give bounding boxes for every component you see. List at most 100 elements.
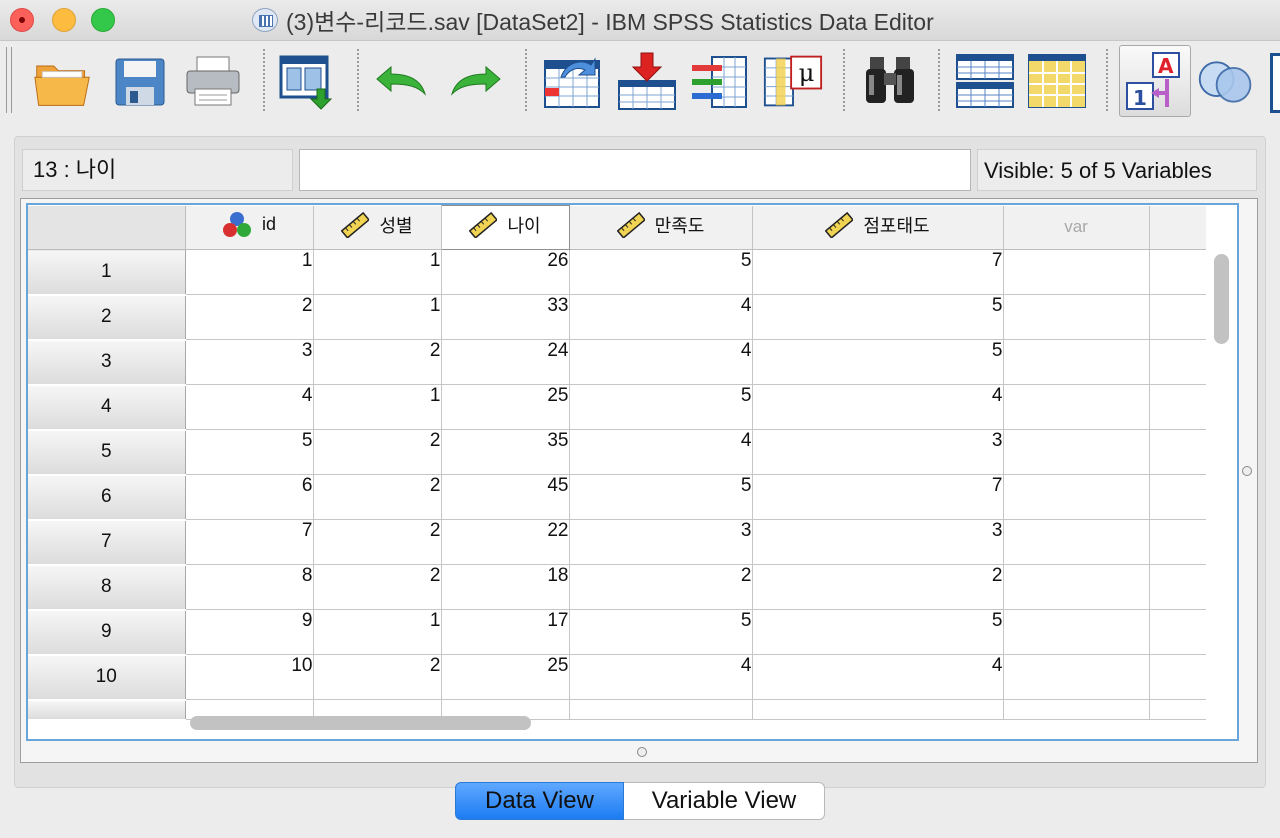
data-cell[interactable]: 1 — [185, 249, 314, 295]
minimize-window-button[interactable] — [52, 8, 76, 32]
data-cell[interactable]: 2 — [185, 294, 314, 340]
column-header-id[interactable]: id — [185, 205, 314, 250]
data-cell[interactable]: 3 — [185, 339, 314, 385]
data-cell[interactable]: 5 — [752, 339, 1004, 385]
data-cell[interactable]: 5 — [569, 609, 753, 655]
data-cell[interactable]: 4 — [185, 384, 314, 430]
recall-dialog-button[interactable] — [277, 51, 337, 111]
data-cell[interactable]: 33 — [441, 294, 570, 340]
row-number[interactable]: 1 — [28, 249, 186, 296]
column-header-var[interactable]: var — [1003, 205, 1150, 250]
close-window-button[interactable] — [10, 8, 34, 32]
vertical-scrollbar-thumb[interactable] — [1214, 254, 1229, 344]
data-cell[interactable]: 4 — [569, 654, 753, 700]
data-cell[interactable]: 4 — [569, 429, 753, 475]
use-variable-sets-button[interactable] — [1196, 51, 1256, 111]
data-cell[interactable]: 4 — [752, 654, 1004, 700]
empty-var-cell[interactable] — [1003, 339, 1150, 385]
variables-button[interactable] — [690, 51, 750, 111]
run-descriptives-button[interactable]: μ — [763, 51, 823, 111]
horizontal-scrollbar-thumb[interactable] — [190, 716, 531, 730]
row-number[interactable] — [28, 699, 186, 721]
data-cell[interactable]: 1 — [313, 249, 442, 295]
data-cell[interactable]: 2 — [752, 564, 1004, 610]
insert-variable-button[interactable] — [1027, 51, 1087, 111]
print-button[interactable] — [183, 51, 243, 111]
data-cell[interactable]: 22 — [441, 519, 570, 565]
data-cell[interactable]: 2 — [569, 564, 753, 610]
data-cell[interactable]: 24 — [441, 339, 570, 385]
column-header-store-attitude[interactable]: 점포태도 — [752, 205, 1004, 250]
row-number[interactable]: 7 — [28, 519, 186, 566]
data-cell[interactable]: 7 — [752, 474, 1004, 520]
data-cell[interactable]: 2 — [313, 519, 442, 565]
horizontal-split-handle[interactable] — [637, 747, 647, 757]
row-number[interactable]: 10 — [28, 654, 186, 701]
data-cell[interactable]: 35 — [441, 429, 570, 475]
data-cell[interactable]: 45 — [441, 474, 570, 520]
data-cell[interactable]: 5 — [752, 609, 1004, 655]
zoom-window-button[interactable] — [91, 8, 115, 32]
data-cell[interactable]: 5 — [569, 474, 753, 520]
data-cell[interactable]: 5 — [185, 429, 314, 475]
undo-button[interactable] — [371, 51, 431, 111]
data-cell[interactable]: 7 — [185, 519, 314, 565]
data-cell[interactable]: 2 — [313, 654, 442, 700]
data-cell[interactable]: 4 — [569, 294, 753, 340]
open-data-button[interactable] — [33, 51, 93, 111]
data-cell[interactable]: 9 — [185, 609, 314, 655]
data-cell[interactable]: 3 — [569, 519, 753, 565]
data-cell[interactable]: 17 — [441, 609, 570, 655]
column-header-age[interactable]: 나이 — [440, 205, 570, 250]
empty-var-cell[interactable] — [1003, 429, 1150, 475]
data-cell[interactable]: 6 — [185, 474, 314, 520]
row-number[interactable]: 4 — [28, 384, 186, 431]
data-cell[interactable]: 2 — [313, 339, 442, 385]
data-cell[interactable]: 3 — [752, 519, 1004, 565]
data-cell[interactable]: 2 — [313, 429, 442, 475]
data-cell[interactable]: 1 — [313, 384, 442, 430]
data-cell[interactable]: 8 — [185, 564, 314, 610]
redo-button[interactable] — [446, 51, 506, 111]
data-cell[interactable]: 25 — [441, 654, 570, 700]
data-cell[interactable]: 18 — [441, 564, 570, 610]
data-cell[interactable]: 5 — [569, 384, 753, 430]
data-cell[interactable]: 2 — [313, 564, 442, 610]
data-cell[interactable]: 3 — [752, 429, 1004, 475]
row-number[interactable]: 3 — [28, 339, 186, 386]
go-to-case-button[interactable] — [541, 51, 601, 111]
data-cell[interactable]: 2 — [313, 474, 442, 520]
data-cell[interactable]: 4 — [569, 339, 753, 385]
data-cell[interactable] — [752, 699, 1004, 720]
insert-cases-button[interactable] — [955, 51, 1015, 111]
grid-corner[interactable] — [28, 205, 186, 250]
row-number[interactable]: 6 — [28, 474, 186, 521]
toolbar-grip[interactable] — [6, 47, 12, 113]
row-number[interactable]: 9 — [28, 609, 186, 656]
row-number[interactable]: 8 — [28, 564, 186, 611]
empty-var-cell[interactable] — [1003, 654, 1150, 700]
empty-var-cell[interactable] — [1003, 294, 1150, 340]
data-cell[interactable]: 1 — [313, 294, 442, 340]
tab-variable-view[interactable]: Variable View — [624, 782, 825, 820]
data-cell[interactable]: 7 — [752, 249, 1004, 295]
cell-value-editor[interactable] — [299, 149, 971, 191]
empty-var-cell[interactable] — [1003, 564, 1150, 610]
column-header-gender[interactable]: 성별 — [313, 205, 442, 250]
data-cell[interactable]: 10 — [185, 654, 314, 700]
empty-var-cell[interactable] — [1003, 519, 1150, 565]
vertical-split-handle[interactable] — [1242, 466, 1252, 476]
empty-var-cell[interactable] — [1003, 474, 1150, 520]
data-cell[interactable] — [1149, 699, 1206, 720]
data-cell[interactable]: 4 — [752, 384, 1004, 430]
data-cell[interactable] — [1003, 699, 1150, 720]
save-button[interactable] — [110, 51, 170, 111]
data-cell[interactable] — [569, 699, 753, 720]
tab-data-view[interactable]: Data View — [455, 782, 624, 820]
data-cell[interactable]: 25 — [441, 384, 570, 430]
find-button[interactable] — [860, 51, 920, 111]
data-cell[interactable]: 26 — [441, 249, 570, 295]
empty-var-cell[interactable] — [1003, 249, 1150, 295]
go-to-variable-button[interactable] — [617, 51, 677, 111]
empty-var-cell[interactable] — [1003, 609, 1150, 655]
